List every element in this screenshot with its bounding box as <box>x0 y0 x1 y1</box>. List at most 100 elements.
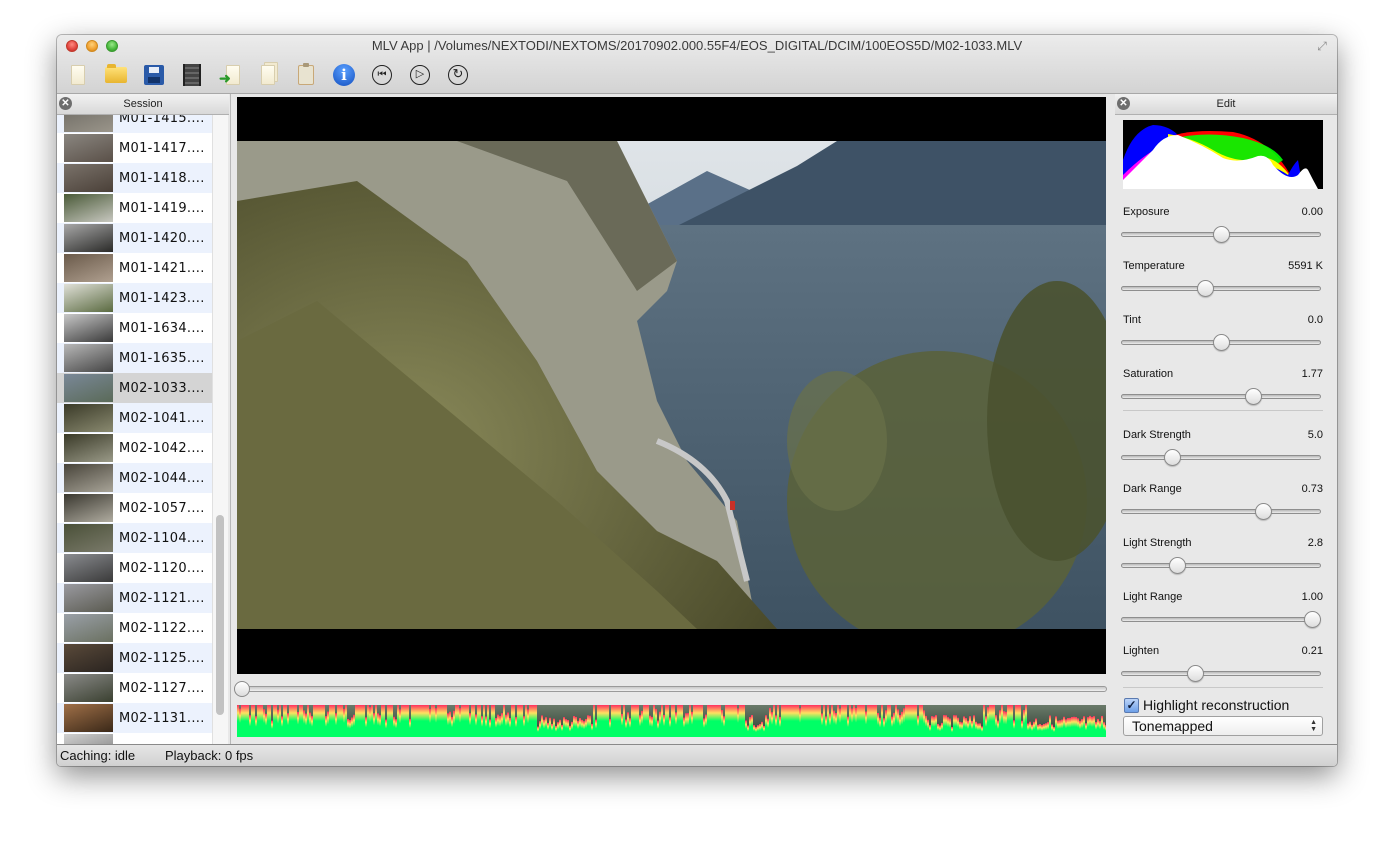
waveform-bar <box>759 724 761 737</box>
session-list-item[interactable]: M02-1041.... <box>57 403 212 433</box>
loop-icon: ↻ <box>448 65 468 85</box>
waveform-bar <box>739 705 741 737</box>
timeline-slider[interactable] <box>233 681 1107 697</box>
slider-knob[interactable] <box>1163 449 1181 466</box>
waveform-bar <box>611 705 613 737</box>
waveform-bar <box>587 715 589 737</box>
light-strength-slider[interactable] <box>1121 557 1321 574</box>
waveform-bar <box>643 705 645 737</box>
session-list-item[interactable]: M02-1042.... <box>57 433 212 463</box>
dark-strength-slider[interactable] <box>1121 449 1321 466</box>
session-list-item[interactable]: M02-1131.... <box>57 703 212 733</box>
paste-receipt-button[interactable] <box>293 62 319 88</box>
waveform-bar <box>509 717 511 737</box>
waveform-bar <box>901 711 903 737</box>
slider-knob[interactable] <box>1213 334 1230 351</box>
slider-knob[interactable] <box>1254 503 1272 520</box>
exposure-slider[interactable] <box>1121 226 1321 243</box>
video-viewer[interactable] <box>237 97 1106 674</box>
session-list-item[interactable]: M01-1421.... <box>57 253 212 283</box>
highlight-reconstruction-checkbox[interactable]: ✓ Highlight reconstruction <box>1124 697 1289 713</box>
waveform-bar <box>397 705 399 737</box>
playback-status: Playback: 0 fps <box>165 748 254 763</box>
waveform-bar <box>341 705 343 737</box>
open-mlv-button[interactable] <box>179 62 205 88</box>
light-range-slider[interactable] <box>1121 611 1322 628</box>
session-list-item[interactable]: M01-1417.... <box>57 133 212 163</box>
waveform-bar <box>955 715 957 737</box>
slider-knob[interactable] <box>1304 611 1322 628</box>
timeline-slider-knob[interactable] <box>233 681 250 697</box>
play-button[interactable]: ▷ <box>407 62 433 88</box>
temperature-slider[interactable] <box>1121 280 1321 297</box>
waveform-bar <box>433 705 435 737</box>
slider-knob[interactable] <box>1169 557 1187 574</box>
session-list-item[interactable]: M02-1125.... <box>57 643 212 673</box>
checkbox-checked-icon[interactable]: ✓ <box>1124 697 1139 713</box>
waveform-bar <box>523 716 525 737</box>
export-button[interactable]: ➜ <box>217 62 243 88</box>
waveform-bar <box>355 705 357 737</box>
session-list-item[interactable]: M02-1122.... <box>57 613 212 643</box>
session-scrollbar[interactable] <box>212 115 228 744</box>
waveform-bar <box>939 725 941 737</box>
slider-knob[interactable] <box>1213 226 1230 243</box>
session-list-item[interactable]: M02-1120.... <box>57 553 212 583</box>
session-list-item[interactable]: M01-1635.... <box>57 343 212 373</box>
clip-thumbnail <box>64 224 113 252</box>
clip-name: M01-1634.... <box>119 320 205 336</box>
session-list-item[interactable]: M02-1127.... <box>57 673 212 703</box>
waveform-bar <box>827 705 829 737</box>
slider-knob[interactable] <box>1187 665 1205 682</box>
waveform-bar <box>553 718 555 737</box>
waveform-bar <box>779 716 781 737</box>
session-list-item[interactable]: M02-1044.... <box>57 463 212 493</box>
go-to-start-button[interactable]: ⏮ <box>369 62 395 88</box>
waveform-bar <box>883 718 885 737</box>
session-scrollbar-thumb[interactable] <box>216 515 224 715</box>
session-list-item[interactable]: M01-1634.... <box>57 313 212 343</box>
waveform-bar <box>971 720 973 737</box>
lighten-slider[interactable] <box>1121 665 1321 682</box>
waveform-bar <box>675 712 677 737</box>
close-icon[interactable]: ✕ <box>1117 97 1130 110</box>
waveform-bar <box>1003 711 1005 737</box>
session-list-item[interactable]: M02-1057.... <box>57 493 212 523</box>
clip-thumbnail <box>64 404 113 432</box>
close-icon[interactable]: ✕ <box>59 97 72 110</box>
loop-button[interactable]: ↻ <box>445 62 471 88</box>
dark-range-slider[interactable] <box>1121 503 1321 520</box>
slider-knob[interactable] <box>1244 388 1262 405</box>
tint-slider[interactable] <box>1121 334 1321 351</box>
waveform-bar <box>335 713 337 737</box>
session-list-item[interactable]: M02-1033.... <box>57 373 212 403</box>
waveform-bar <box>693 705 695 737</box>
waveform-bar <box>305 713 307 737</box>
waveform-bar <box>513 705 515 737</box>
save-session-button[interactable] <box>141 62 167 88</box>
saturation-slider[interactable] <box>1121 388 1321 405</box>
waveform-bar <box>1001 705 1003 737</box>
waveform-bar <box>973 715 975 737</box>
fullscreen-icon[interactable]: ⤢ <box>1315 39 1329 53</box>
session-list-item[interactable]: M01-1423.... <box>57 283 212 313</box>
waveform-bar <box>297 711 299 737</box>
waveform-bar <box>1011 705 1013 737</box>
open-session-button[interactable] <box>103 62 129 88</box>
waveform-bar <box>1099 721 1101 737</box>
slider-knob[interactable] <box>1197 280 1215 297</box>
copy-receipt-button[interactable] <box>255 62 281 88</box>
floppy-disk-icon <box>144 65 164 85</box>
session-list-item[interactable]: M01-1418.... <box>57 163 212 193</box>
session-list-item[interactable] <box>57 733 212 744</box>
waveform-bar <box>583 721 585 737</box>
tonemap-select[interactable]: Tonemapped ▲ ▼ <box>1123 716 1323 736</box>
session-list-item[interactable]: M02-1104.... <box>57 523 212 553</box>
waveform-bar <box>749 717 751 737</box>
session-list-item[interactable]: M01-1420.... <box>57 223 212 253</box>
session-list-item[interactable]: M02-1121.... <box>57 583 212 613</box>
info-button[interactable]: i <box>331 62 357 88</box>
session-list-item[interactable]: M01-1419.... <box>57 193 212 223</box>
new-session-button[interactable] <box>65 62 91 88</box>
session-list-item[interactable]: M01-1415.... <box>57 115 212 133</box>
